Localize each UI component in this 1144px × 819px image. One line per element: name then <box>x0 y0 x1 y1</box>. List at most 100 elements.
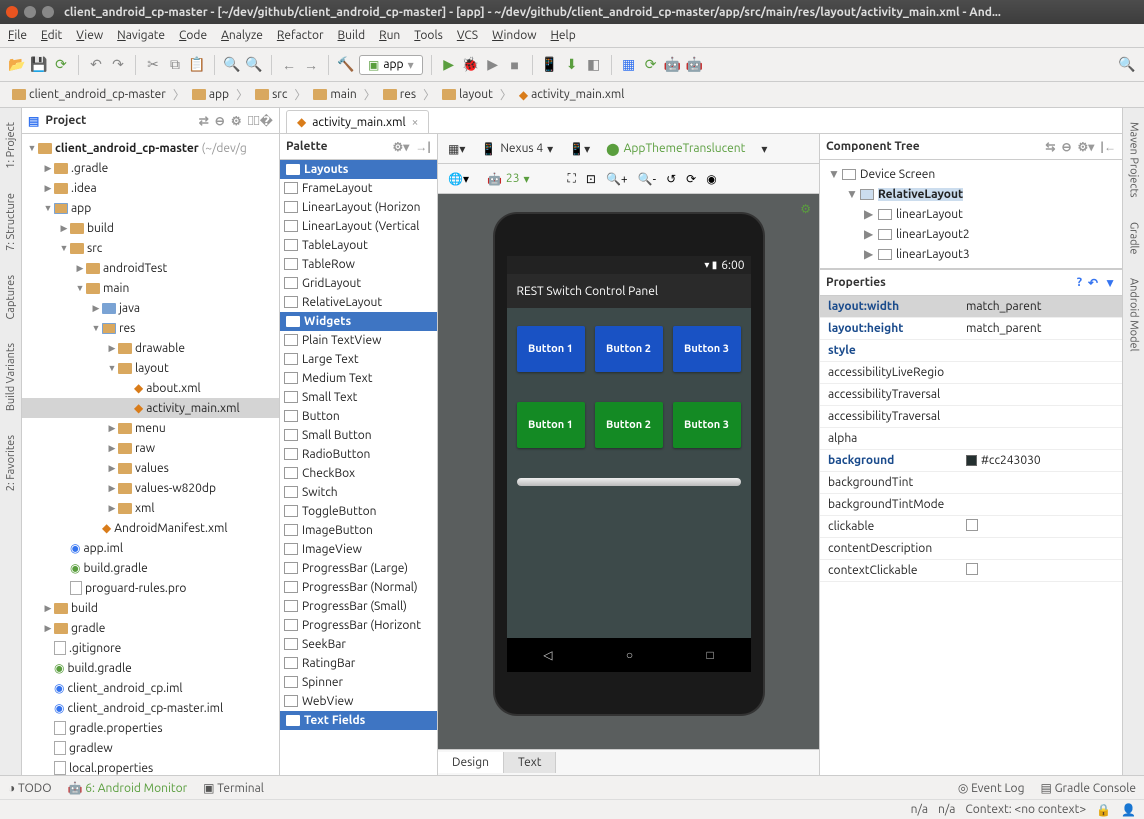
todo-tab[interactable]: ◑ TODO <box>8 781 52 795</box>
palette-item[interactable]: RelativeLayout <box>280 293 437 312</box>
tree-item[interactable]: ▶menu <box>22 418 279 438</box>
canvas-settings-icon[interactable]: ⚙ <box>800 202 811 216</box>
sdk-icon[interactable]: ⬇ <box>563 56 581 74</box>
palette-item[interactable]: ToggleButton <box>280 502 437 521</box>
property-row[interactable]: contextClickable <box>820 560 1122 582</box>
structure-icon[interactable]: ▦ <box>620 56 638 74</box>
menu-view[interactable]: View <box>76 29 103 42</box>
ddms-icon[interactable]: ◧ <box>585 56 603 74</box>
avd-icon[interactable]: 📱 <box>541 56 559 74</box>
refresh-icon[interactable]: ⟳ <box>686 172 696 186</box>
activity-selector[interactable]: ▾ <box>757 140 771 158</box>
tree-item[interactable]: ▶.idea <box>22 178 279 198</box>
palette-item[interactable]: ImageView <box>280 540 437 559</box>
palette-list[interactable]: LayoutsFrameLayoutLinearLayout (HorizonL… <box>280 160 437 775</box>
palette-item[interactable]: CheckBox <box>280 464 437 483</box>
palette-item[interactable]: Small Button <box>280 426 437 445</box>
device-screen[interactable]: ▾ ▮ 6:00 REST Switch Control Panel Butto… <box>507 256 751 672</box>
breadcrumb-item[interactable]: src <box>251 86 291 103</box>
property-row[interactable]: style <box>820 340 1122 362</box>
tree-item[interactable]: gradlew <box>22 738 279 758</box>
tree-item[interactable]: local.properties <box>22 758 279 775</box>
debug-icon[interactable]: 🐞 <box>462 56 480 74</box>
tree-item[interactable]: ◉app.iml <box>22 538 279 558</box>
run-icon[interactable]: ▶ <box>440 56 458 74</box>
breadcrumb-item[interactable]: client_android_cp-master <box>8 86 170 103</box>
tree-item[interactable]: ◆activity_main.xml <box>22 398 279 418</box>
menu-tools[interactable]: Tools <box>414 29 443 42</box>
palette-item[interactable]: Medium Text <box>280 369 437 388</box>
tool-tab-structure[interactable]: 7: Structure <box>3 187 19 257</box>
palette-item[interactable]: FrameLayout <box>280 179 437 198</box>
property-row[interactable]: alpha <box>820 428 1122 450</box>
property-row[interactable]: contentDescription <box>820 538 1122 560</box>
lock-icon[interactable]: 🔒 <box>1096 803 1111 817</box>
palette-item[interactable]: Large Text <box>280 350 437 369</box>
palette-item[interactable]: RatingBar <box>280 654 437 673</box>
tree-item[interactable]: ◆about.xml <box>22 378 279 398</box>
tree-item[interactable]: gradle.properties <box>22 718 279 738</box>
hector-icon[interactable]: 👤 <box>1121 803 1136 817</box>
tree-item[interactable]: ◆AndroidManifest.xml <box>22 518 279 538</box>
android-monitor-tab[interactable]: 🤖 6: Android Monitor <box>68 781 188 795</box>
palette-item[interactable]: Plain TextView <box>280 331 437 350</box>
sync-icon[interactable]: ⟳ <box>52 56 70 74</box>
help-icon[interactable]: ? <box>1077 276 1082 289</box>
menu-window[interactable]: Window <box>492 29 536 42</box>
undo-icon[interactable]: ↶ <box>87 56 105 74</box>
capture-icon[interactable]: ◉ <box>706 172 716 186</box>
run-config-selector[interactable]: ▣app▾ <box>359 55 423 75</box>
tree-item[interactable]: ▼app <box>22 198 279 218</box>
menu-analyze[interactable]: Analyze <box>221 29 263 42</box>
tree-item[interactable]: ▶androidTest <box>22 258 279 278</box>
palette-item[interactable]: LinearLayout (Horizon <box>280 198 437 217</box>
tree-item[interactable]: ▶build <box>22 218 279 238</box>
zoom-out-icon[interactable]: 🔍- <box>638 172 656 186</box>
tree-item[interactable]: ▼main <box>22 278 279 298</box>
tool-tab-buildvariants[interactable]: Build Variants <box>3 337 19 417</box>
preview-button[interactable]: Button 2 <box>595 402 663 448</box>
menu-refactor[interactable]: Refactor <box>277 29 324 42</box>
tool-tab-androidmodel[interactable]: Android Model <box>1126 272 1142 357</box>
tree-item[interactable]: proguard-rules.pro <box>22 578 279 598</box>
palette-item[interactable]: TableRow <box>280 255 437 274</box>
palette-item[interactable]: WebView <box>280 692 437 711</box>
ct-collapse-icon[interactable]: ⊖ <box>1061 140 1071 154</box>
property-row[interactable]: clickable <box>820 516 1122 538</box>
property-row[interactable]: accessibilityTraversal <box>820 406 1122 428</box>
tree-item[interactable]: ▶xml <box>22 498 279 518</box>
palette-item[interactable]: SeekBar <box>280 635 437 654</box>
window-close-icon[interactable] <box>6 6 18 18</box>
menu-run[interactable]: Run <box>379 29 400 42</box>
search-icon[interactable]: 🔍 <box>1118 56 1136 74</box>
tree-item[interactable]: ▼res <box>22 318 279 338</box>
attach-icon[interactable]: ▶ <box>484 56 502 74</box>
menu-edit[interactable]: Edit <box>41 29 62 42</box>
gradle-console-tab[interactable]: ▤ Gradle Console <box>1040 781 1136 795</box>
tree-root[interactable]: ▼client_android_cp-master (~/dev/g <box>22 138 279 158</box>
replace-icon[interactable]: 🔍 <box>245 56 263 74</box>
preview-button[interactable]: Button 3 <box>673 326 741 372</box>
zoom-in-icon[interactable]: 🔍+ <box>606 172 628 186</box>
canvas-viewport[interactable]: ⚙ ▾ ▮ 6:00 REST Switch Control Panel But… <box>438 194 819 749</box>
properties-table[interactable]: layout:widthmatch_parentlayout:heightmat… <box>820 296 1122 775</box>
theme-selector[interactable]: ⬤ AppThemeTranslucent <box>602 140 749 158</box>
palette-gear-icon[interactable]: ⚙▾ <box>393 140 410 154</box>
menu-vcs[interactable]: VCS <box>457 29 478 42</box>
tool-tab-mavenprojects[interactable]: Maven Projects <box>1126 116 1142 204</box>
palette-hide-icon[interactable]: →| <box>415 140 431 154</box>
expand-icon[interactable]: ⇆ <box>1045 140 1055 154</box>
breadcrumb-item[interactable]: layout <box>438 86 497 103</box>
property-row[interactable]: accessibilityTraversal <box>820 384 1122 406</box>
project-tree[interactable]: ▼client_android_cp-master (~/dev/g▶.grad… <box>22 134 279 775</box>
find-icon[interactable]: 🔍 <box>223 56 241 74</box>
tool-tab-favorites[interactable]: 2: Favorites <box>3 429 19 497</box>
palette-item[interactable]: ImageButton <box>280 521 437 540</box>
property-row[interactable]: layout:heightmatch_parent <box>820 318 1122 340</box>
collapse-icon[interactable]: ⊖ <box>215 114 225 128</box>
palette-category[interactable]: Layouts <box>280 160 437 179</box>
comptree-item[interactable]: ▼Device Screen <box>824 164 1118 184</box>
palette-item[interactable]: LinearLayout (Vertical <box>280 217 437 236</box>
palette-item[interactable]: Small Text <box>280 388 437 407</box>
comptree-item[interactable]: ▶linearLayout2 <box>824 224 1118 244</box>
